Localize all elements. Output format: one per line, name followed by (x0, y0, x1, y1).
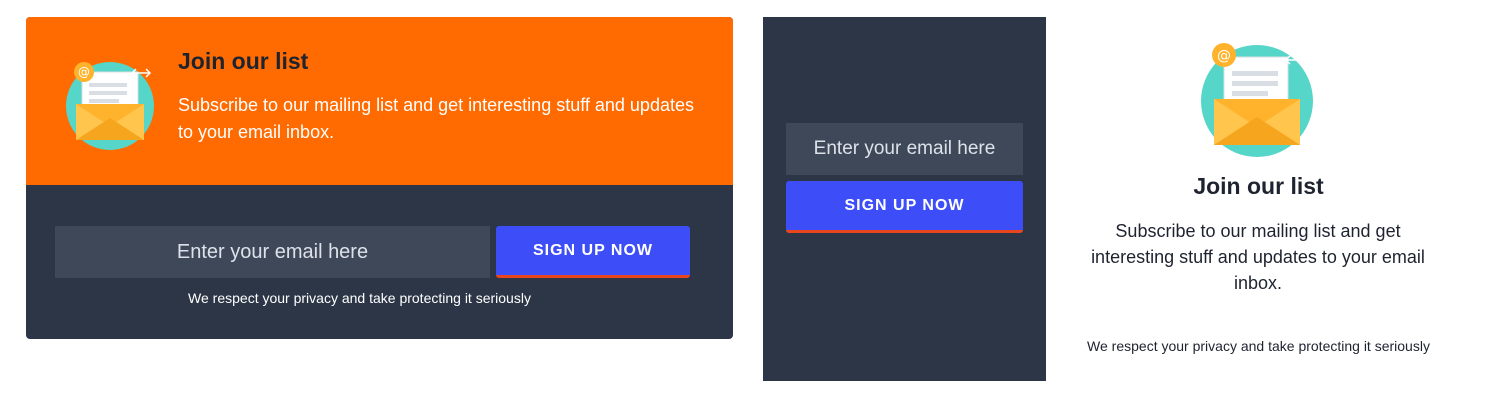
email-input[interactable] (786, 123, 1023, 175)
card-header: @ Join our list Subscribe to our mailing… (26, 17, 733, 185)
svg-text:@: @ (1217, 48, 1231, 64)
card-title: Join our list (1193, 173, 1324, 199)
envelope-icon: @ (66, 62, 154, 150)
privacy-note: We respect your privacy and take protect… (1087, 338, 1430, 354)
subscribe-card-compact: SIGN UP NOW (763, 17, 1046, 381)
sign-up-button[interactable]: SIGN UP NOW (786, 181, 1023, 233)
privacy-note: We respect your privacy and take protect… (188, 290, 531, 306)
card-description: Subscribe to our mailing list and get in… (1091, 221, 1425, 293)
card-title: Join our list (178, 48, 309, 74)
email-input[interactable] (55, 226, 490, 278)
envelope-icon: @ (1201, 43, 1313, 157)
subscribe-card-light: @ Join our list Subscribe to our mailing… (1060, 17, 1457, 381)
svg-text:@: @ (78, 65, 90, 79)
subscribe-card-large: @ Join our list Subscribe to our mailing… (26, 17, 733, 339)
sign-up-button[interactable]: SIGN UP NOW (496, 226, 690, 278)
card-description: Subscribe to our mailing list and get in… (178, 95, 694, 142)
